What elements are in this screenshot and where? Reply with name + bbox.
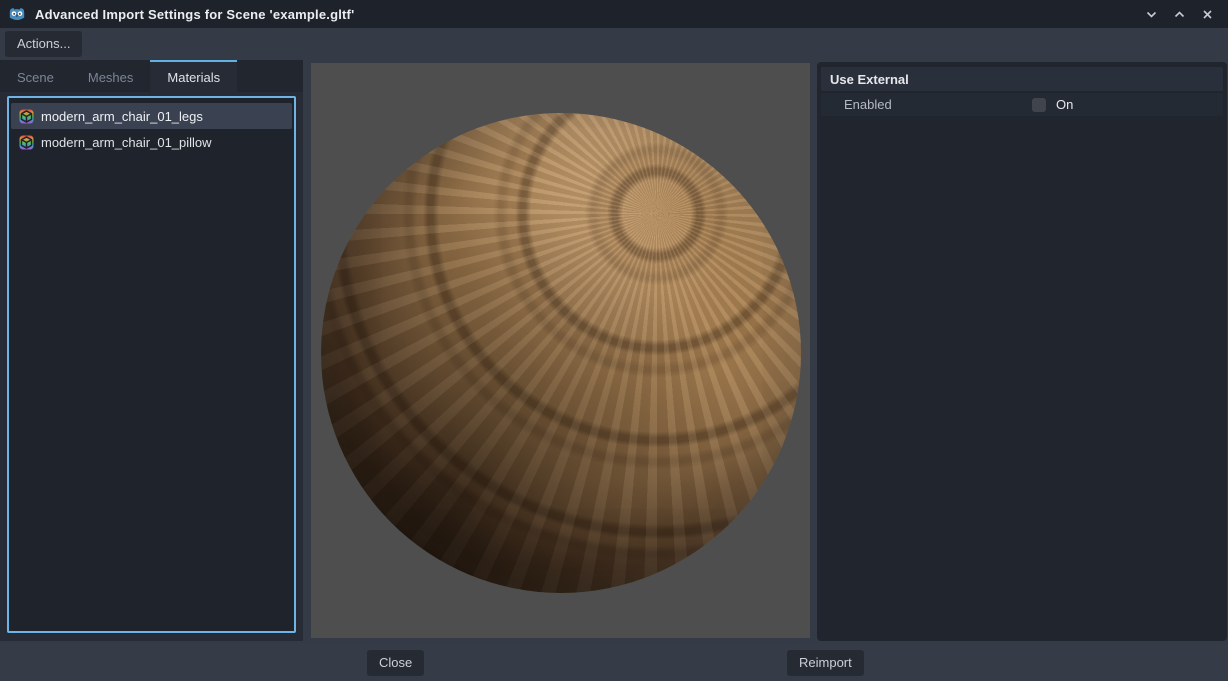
reimport-button[interactable]: Reimport — [787, 650, 864, 676]
material-icon — [19, 135, 34, 150]
footer-bar: Close Reimport — [0, 644, 1228, 681]
minimize-icon[interactable] — [1142, 5, 1160, 23]
tab-meshes[interactable]: Meshes — [71, 60, 151, 92]
tab-scene[interactable]: Scene — [0, 60, 71, 92]
material-icon — [19, 109, 34, 124]
inspector-panel: Use External Enabled On — [817, 62, 1227, 641]
close-icon[interactable] — [1198, 5, 1216, 23]
property-row-enabled: Enabled On — [821, 93, 1223, 116]
enabled-checkbox[interactable] — [1032, 98, 1046, 112]
material-preview-viewport — [311, 63, 810, 638]
tab-materials[interactable]: Materials — [150, 60, 237, 92]
checkbox-label: On — [1056, 97, 1073, 112]
close-button[interactable]: Close — [367, 650, 424, 676]
left-column: Scene Meshes Materials modern_arm_chair_… — [0, 60, 303, 641]
window-title: Advanced Import Settings for Scene 'exam… — [35, 7, 354, 22]
enabled-label: Enabled — [821, 97, 1022, 112]
section-use-external: Use External — [821, 67, 1223, 91]
material-name: modern_arm_chair_01_legs — [41, 109, 203, 124]
tab-bar: Scene Meshes Materials — [0, 60, 303, 92]
material-name: modern_arm_chair_01_pillow — [41, 135, 212, 150]
materials-panel: modern_arm_chair_01_legs modern_arm_chai… — [0, 92, 303, 641]
tab-bar-filler — [237, 60, 303, 92]
titlebar: Advanced Import Settings for Scene 'exam… — [0, 0, 1228, 28]
preview-sphere — [321, 113, 801, 593]
enabled-value: On — [1022, 97, 1223, 112]
list-item-material-legs[interactable]: modern_arm_chair_01_legs — [11, 103, 292, 129]
window-controls — [1142, 5, 1220, 23]
materials-list: modern_arm_chair_01_legs modern_arm_chai… — [7, 96, 296, 633]
list-item-material-pillow[interactable]: modern_arm_chair_01_pillow — [11, 129, 292, 155]
godot-icon — [8, 5, 26, 23]
actions-bar: Actions... — [0, 28, 1228, 60]
actions-button[interactable]: Actions... — [5, 31, 82, 57]
maximize-icon[interactable] — [1170, 5, 1188, 23]
